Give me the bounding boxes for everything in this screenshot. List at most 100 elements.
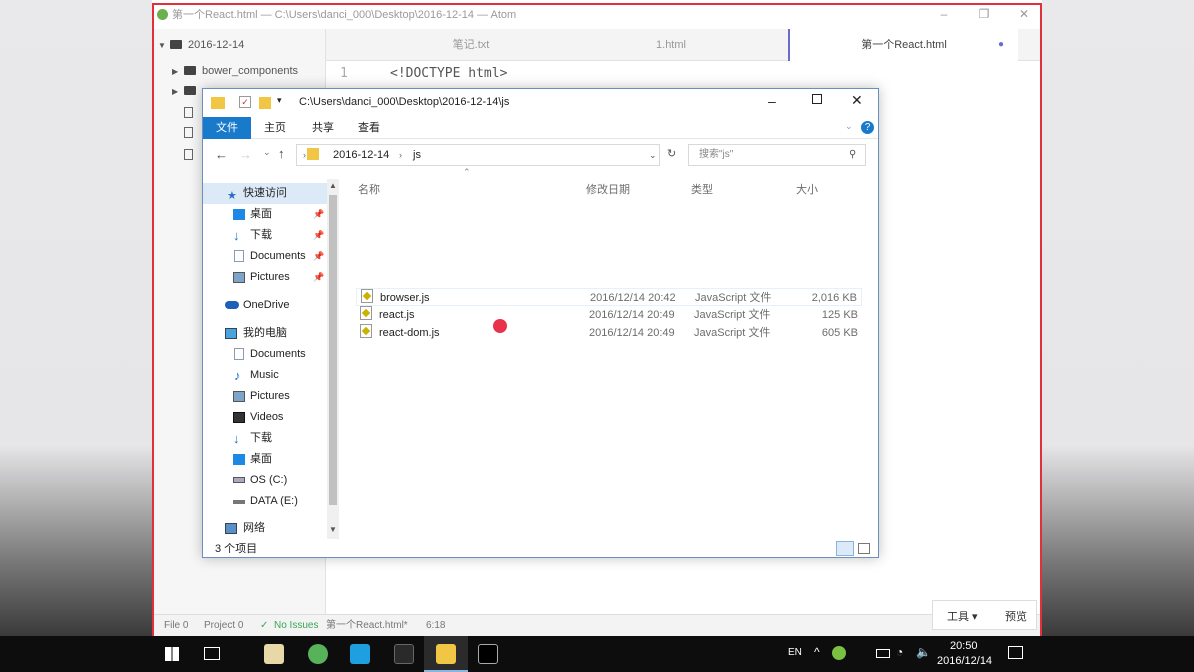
task-view-button[interactable] bbox=[190, 636, 234, 672]
status-issues[interactable]: No Issues bbox=[274, 615, 318, 637]
input-language[interactable]: EN bbox=[788, 647, 802, 658]
ribbon-expand-icon[interactable]: ⌄ bbox=[845, 121, 853, 132]
maximize-icon[interactable]: ❐ bbox=[974, 5, 994, 23]
desktop-icon bbox=[233, 209, 245, 220]
recent-locations-icon[interactable]: ⌄ bbox=[263, 147, 271, 158]
refresh-icon[interactable]: ↻ bbox=[667, 147, 676, 160]
nav-pc-desktop[interactable]: 桌面 bbox=[203, 449, 327, 470]
nav-qa-downloads[interactable]: ↓ 下载 📌 bbox=[203, 225, 327, 246]
table-row[interactable]: react-dom.js 2016/12/14 20:49 JavaScript… bbox=[356, 324, 862, 342]
nav-quick-access[interactable]: ★ 快速访问 bbox=[203, 183, 327, 204]
notification-icon[interactable] bbox=[1008, 646, 1023, 659]
computer-icon bbox=[225, 328, 237, 339]
nav-pc-pictures[interactable]: Pictures bbox=[203, 386, 327, 407]
nav-os-drive[interactable]: OS (C:) bbox=[203, 470, 327, 491]
nav-qa-desktop[interactable]: 桌面 📌 bbox=[203, 204, 327, 225]
file-type: JavaScript 文件 bbox=[694, 327, 771, 339]
nav-onedrive[interactable]: OneDrive bbox=[203, 295, 327, 316]
taskbar-app-4[interactable] bbox=[382, 636, 426, 672]
breadcrumb-js[interactable]: js bbox=[413, 145, 421, 165]
new-folder-icon[interactable] bbox=[259, 97, 271, 109]
download-icon: ↓ bbox=[233, 228, 240, 243]
search-input[interactable]: 搜索"js" ⚲ bbox=[688, 144, 866, 166]
nav-pc-videos[interactable]: Videos bbox=[203, 407, 327, 428]
large-icons-view-icon[interactable] bbox=[858, 543, 870, 554]
taskbar-app-3[interactable] bbox=[338, 636, 382, 672]
scroll-down-icon[interactable]: ▼ bbox=[329, 525, 337, 534]
help-icon[interactable]: ? bbox=[861, 121, 874, 134]
folder-icon bbox=[184, 66, 196, 75]
ribbon-tab-view[interactable]: 查看 bbox=[349, 117, 389, 139]
taskbar-file-explorer[interactable] bbox=[424, 636, 468, 672]
tools-panel: 工具 ▾ 预览 bbox=[932, 600, 1037, 630]
battery-icon[interactable] bbox=[876, 649, 890, 658]
tree-item-folder[interactable]: ▶ bbox=[172, 81, 202, 101]
quick-access-toolbar-dropdown-icon[interactable]: ▾ bbox=[277, 95, 282, 106]
nav-qa-pictures[interactable]: Pictures 📌 bbox=[203, 267, 327, 288]
taskbar-terminal[interactable] bbox=[466, 636, 510, 672]
tab-notes[interactable]: 笔记.txt bbox=[386, 29, 556, 61]
properties-icon[interactable]: ✓ bbox=[239, 96, 251, 108]
volume-icon[interactable]: 🔈 bbox=[916, 645, 931, 659]
taskbar-app-1[interactable] bbox=[252, 636, 296, 672]
ribbon-tab-home[interactable]: 主页 bbox=[255, 117, 295, 139]
scroll-thumb[interactable] bbox=[329, 195, 337, 505]
pin-icon[interactable]: 📌 bbox=[313, 225, 324, 246]
ribbon-tab-file[interactable]: 文件 bbox=[203, 117, 251, 139]
ribbon-tab-share[interactable]: 共享 bbox=[303, 117, 343, 139]
tray-app-icon[interactable] bbox=[832, 646, 846, 660]
pin-icon[interactable]: 📌 bbox=[313, 267, 324, 288]
scroll-up-icon[interactable]: ▲ bbox=[329, 181, 337, 190]
up-arrow-icon[interactable]: ↑ bbox=[278, 146, 285, 161]
column-header-name[interactable]: 名称 bbox=[358, 181, 380, 197]
folder-icon bbox=[170, 40, 182, 49]
status-cursor-position[interactable]: 6:18 bbox=[426, 615, 445, 637]
tab-first-react[interactable]: 第一个React.html ● bbox=[788, 29, 1018, 61]
start-button[interactable] bbox=[150, 636, 194, 672]
nav-pc-music[interactable]: ♪ Music bbox=[203, 365, 327, 386]
forward-arrow-icon[interactable]: → bbox=[239, 147, 252, 162]
breadcrumb-2016-12-14[interactable]: 2016-12-14 bbox=[333, 145, 389, 165]
status-file-count[interactable]: File 0 bbox=[164, 615, 188, 637]
wifi-icon[interactable]: ◔ bbox=[896, 645, 903, 659]
details-view-icon[interactable] bbox=[836, 541, 854, 556]
download-icon: ↓ bbox=[233, 431, 240, 446]
tree-item-file[interactable] bbox=[184, 103, 193, 123]
maximize-icon[interactable] bbox=[812, 94, 822, 104]
preview-button[interactable]: 预览 bbox=[1005, 608, 1027, 624]
back-arrow-icon[interactable]: ← bbox=[215, 147, 228, 162]
column-header-type[interactable]: 类型 bbox=[691, 181, 713, 197]
pin-icon[interactable]: 📌 bbox=[313, 204, 324, 225]
tab-1-html[interactable]: 1.html bbox=[586, 29, 756, 61]
nav-pc-downloads[interactable]: ↓ 下载 bbox=[203, 428, 327, 449]
nav-scrollbar[interactable]: ▲ ▼ bbox=[327, 179, 339, 539]
table-row[interactable]: react.js 2016/12/14 20:49 JavaScript 文件 … bbox=[356, 306, 862, 324]
column-header-size[interactable]: 大小 bbox=[796, 181, 818, 197]
minimize-icon[interactable]: – bbox=[768, 93, 776, 109]
pin-icon[interactable]: 📌 bbox=[313, 246, 324, 267]
address-bar[interactable]: › 2016-12-14 › js ⌄ bbox=[296, 144, 660, 166]
close-icon[interactable]: ✕ bbox=[1014, 5, 1034, 23]
chevron-up-icon[interactable]: ^ bbox=[814, 645, 820, 659]
table-row[interactable]: browser.js 2016/12/14 20:42 JavaScript 文… bbox=[356, 288, 862, 306]
nav-qa-documents[interactable]: Documents 📌 bbox=[203, 246, 327, 267]
tree-root-folder[interactable]: ▼ 2016-12-14 bbox=[158, 35, 244, 55]
nav-this-pc[interactable]: 我的电脑 bbox=[203, 323, 327, 344]
tools-button[interactable]: 工具 ▾ bbox=[947, 608, 978, 624]
clock-date[interactable]: 2016/12/14 bbox=[937, 655, 992, 667]
taskbar-app-2[interactable] bbox=[296, 636, 340, 672]
tree-item-bower-components[interactable]: ▶ bower_components bbox=[172, 61, 298, 81]
cursor-highlight bbox=[493, 319, 507, 333]
tree-item-file[interactable] bbox=[184, 123, 193, 143]
close-icon[interactable]: ✕ bbox=[851, 92, 863, 109]
nav-network[interactable]: 网络 bbox=[203, 518, 327, 539]
tree-item-file[interactable] bbox=[184, 145, 193, 165]
address-dropdown-icon[interactable]: ⌄ bbox=[649, 145, 657, 165]
chevron-right-icon: › bbox=[303, 150, 306, 160]
nav-pc-documents[interactable]: Documents bbox=[203, 344, 327, 365]
nav-data-drive[interactable]: DATA (E:) bbox=[203, 491, 327, 512]
status-project-count[interactable]: Project 0 bbox=[204, 615, 243, 637]
clock-time[interactable]: 20:50 bbox=[950, 640, 978, 652]
minimize-icon[interactable]: – bbox=[934, 5, 954, 23]
column-header-date[interactable]: 修改日期 bbox=[586, 181, 630, 197]
